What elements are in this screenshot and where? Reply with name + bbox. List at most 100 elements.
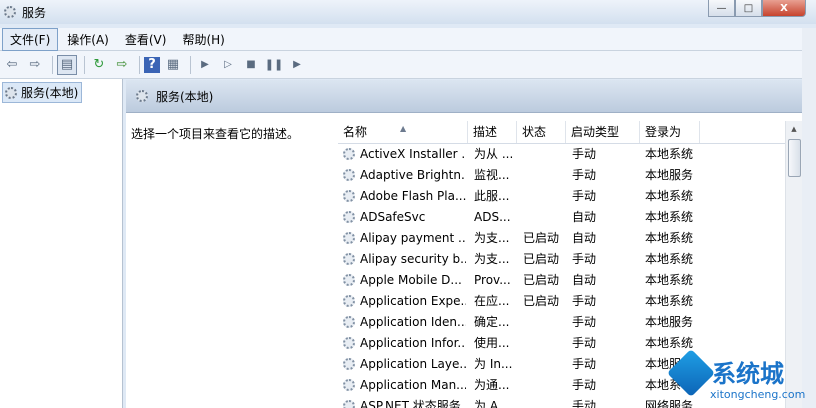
table-row[interactable]: ActiveX Installer ... 为从 ... 手动 本地系统 <box>338 144 786 165</box>
column-header-startup-type[interactable]: 启动类型 <box>566 121 640 143</box>
properties-icon[interactable]: ▦ <box>163 55 183 75</box>
cell-name: Adobe Flash Pla... <box>360 189 466 203</box>
show-tree-icon[interactable]: ▤ <box>57 54 77 75</box>
cell-description: 为支... <box>474 231 510 245</box>
start-service-alt-icon[interactable]: ▷ <box>218 55 238 75</box>
cell-logon-as: 本地系统 <box>645 273 694 287</box>
service-gear-icon <box>343 211 355 223</box>
back-arrow-icon[interactable]: ⇦ <box>2 55 22 75</box>
close-button[interactable]: X <box>762 0 806 17</box>
services-gear-icon <box>136 90 148 102</box>
cell-logon-as: 本地系统 <box>645 210 694 224</box>
column-header-description[interactable]: 描述 <box>468 121 517 143</box>
table-row[interactable]: Alipay payment ... 为支... 已启动 自动 本地系统 <box>338 228 786 249</box>
cell-name: Adaptive Brightn... <box>360 168 466 182</box>
cell-logon-as: 本地系统 <box>645 189 694 203</box>
cell-description: 使用... <box>474 336 510 350</box>
table-row[interactable]: Application Iden... 确定... 手动 本地服务 <box>338 312 786 333</box>
cell-startup-type: 手动 <box>572 252 597 266</box>
column-header-status[interactable]: 状态 <box>517 121 566 143</box>
cell-startup-type: 手动 <box>572 378 597 392</box>
restart-service-icon[interactable]: ▶ <box>287 55 307 75</box>
tree-item-services-local[interactable]: 服务(本地) <box>2 82 83 103</box>
pause-service-icon[interactable]: ❚❚ <box>264 55 284 75</box>
window-title: 服务 <box>22 6 47 20</box>
cell-status <box>523 207 565 228</box>
watermark-name: 系统城 <box>712 360 784 388</box>
cell-logon-as: 本地系统 <box>645 252 694 266</box>
cell-logon-as: 本地服务 <box>645 168 694 182</box>
table-row[interactable]: Adaptive Brightn... 监视... 手动 本地服务 <box>338 165 786 186</box>
cell-startup-type: 手动 <box>572 315 597 329</box>
watermark-logo-icon <box>666 348 716 398</box>
cell-name: Alipay payment ... <box>360 231 466 245</box>
cell-name: ActiveX Installer ... <box>360 147 466 161</box>
cell-description: 监视... <box>474 168 510 182</box>
cell-name: Application Expe... <box>360 294 466 308</box>
service-gear-icon <box>343 358 355 370</box>
service-gear-icon <box>343 379 355 391</box>
description-text: 选择一个项目来查看它的描述。 <box>131 127 300 141</box>
menu-view[interactable]: 查看(V) <box>118 29 174 50</box>
cell-status: 已启动 <box>523 231 560 245</box>
cell-name: Application Iden... <box>360 315 466 329</box>
cell-status: 已启动 <box>523 252 560 266</box>
cell-logon-as: 本地服务 <box>645 315 694 329</box>
column-header-name[interactable]: 名称 ▲ <box>338 121 468 143</box>
stop-service-icon[interactable]: ■ <box>241 55 261 75</box>
title-bar: 服务 — □ X <box>0 0 816 24</box>
cell-name: Application Infor... <box>360 336 466 350</box>
cell-name: ASP.NET 状态服务 <box>360 399 461 408</box>
scroll-up-icon[interactable]: ▲ <box>786 121 802 137</box>
cell-startup-type: 手动 <box>572 168 597 182</box>
menu-help[interactable]: 帮助(H) <box>175 29 231 50</box>
cell-status <box>523 354 565 375</box>
service-gear-icon <box>343 400 355 408</box>
cell-description: 确定... <box>474 315 510 329</box>
service-gear-icon <box>343 316 355 328</box>
export-icon[interactable]: ⇨ <box>112 55 132 75</box>
cell-description: 为 A... <box>474 399 510 408</box>
table-row[interactable]: Alipay security b... 为支... 已启动 手动 本地系统 <box>338 249 786 270</box>
cell-startup-type: 自动 <box>572 273 597 287</box>
cell-status <box>523 165 565 186</box>
toolbar: ⇦ ⇨ ▤ ↻ ⇨ ? ▦ ▶ ▷ ■ ❚❚ ▶ <box>0 51 804 79</box>
cell-startup-type: 手动 <box>572 294 597 308</box>
toolbar-separator <box>190 55 191 74</box>
forward-arrow-icon[interactable]: ⇨ <box>25 55 45 75</box>
cell-startup-type: 手动 <box>572 357 597 371</box>
service-gear-icon <box>343 274 355 286</box>
cell-logon-as: 本地系统 <box>645 294 694 308</box>
cell-description: 在应... <box>474 294 510 308</box>
table-row[interactable]: Adobe Flash Pla... 此服... 手动 本地系统 <box>338 186 786 207</box>
service-gear-icon <box>343 253 355 265</box>
maximize-button[interactable]: □ <box>735 0 762 17</box>
cell-startup-type: 手动 <box>572 399 597 408</box>
list-header: 名称 ▲ 描述 状态 启动类型 登录为 <box>338 121 786 144</box>
cell-status <box>523 312 565 333</box>
refresh-icon[interactable]: ↻ <box>89 55 109 75</box>
service-gear-icon <box>343 337 355 349</box>
help-icon[interactable]: ? <box>144 56 160 73</box>
start-service-icon[interactable]: ▶ <box>195 55 215 75</box>
cell-description: 为从 ... <box>474 147 514 161</box>
cell-startup-type: 手动 <box>572 189 597 203</box>
cell-description: 为 In... <box>474 357 513 371</box>
column-header-logon-as[interactable]: 登录为 <box>640 121 700 143</box>
toolbar-separator <box>84 55 85 74</box>
cell-description: 为通... <box>474 378 510 392</box>
minimize-button[interactable]: — <box>708 0 735 17</box>
service-gear-icon <box>343 295 355 307</box>
cell-logon-as: 本地系统 <box>645 231 694 245</box>
cell-description: ADS... <box>474 210 511 224</box>
service-gear-icon <box>343 148 355 160</box>
menu-action[interactable]: 操作(A) <box>60 29 116 50</box>
scrollbar-thumb[interactable] <box>788 139 801 177</box>
watermark-url: xitongcheng.com <box>710 388 806 401</box>
cell-status: 已启动 <box>523 273 560 287</box>
table-row[interactable]: Application Expe... 在应... 已启动 手动 本地系统 <box>338 291 786 312</box>
menu-file[interactable]: 文件(F) <box>2 27 59 51</box>
table-row[interactable]: ADSafeSvc ADS... 自动 本地系统 <box>338 207 786 228</box>
table-row[interactable]: Apple Mobile D... Prov... 已启动 自动 本地系统 <box>338 270 786 291</box>
description-pane: 选择一个项目来查看它的描述。 <box>126 113 338 408</box>
